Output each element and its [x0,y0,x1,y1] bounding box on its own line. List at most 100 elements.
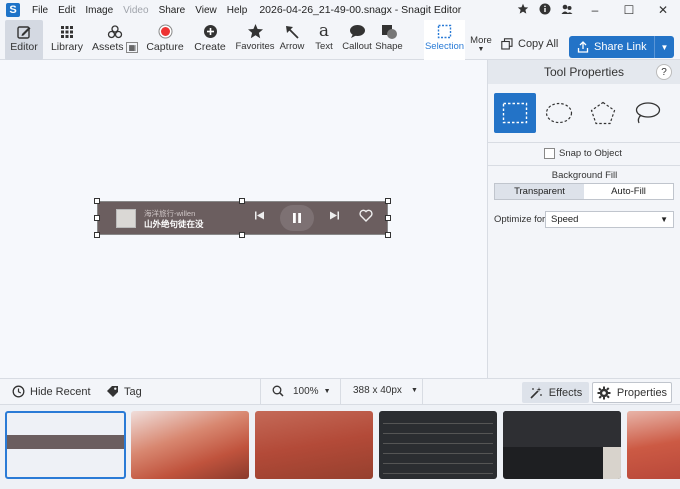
optimize-for-value: Speed [551,214,579,225]
image-size-control[interactable]: 388 x 40px ▼ [353,385,418,396]
resize-handle-bottom-left[interactable] [94,232,100,238]
auto-fill-option[interactable]: Auto-Fill [584,184,673,199]
recent-thumbnail[interactable] [255,411,373,479]
assets-icon [107,24,123,38]
resize-handle-bottom-right[interactable] [385,232,391,238]
star-icon [247,24,263,39]
tag-button[interactable]: Tag [106,385,142,398]
properties-button[interactable]: Properties [592,382,672,403]
capture-button[interactable]: Capture [143,20,187,60]
assets-badge-icon: ▦ [126,42,138,53]
title-bar: S File Edit Image Video Share View Help … [0,0,680,20]
assets-label: Assets [92,41,124,53]
account-icon[interactable] [556,3,578,18]
lasso-icon [635,102,661,124]
menu-view[interactable]: View [195,5,217,16]
create-label: Create [194,41,226,53]
hide-recent-button[interactable]: Hide Recent [12,385,91,398]
ellipse-select-icon [545,102,573,124]
chevron-down-icon: ▼ [477,46,485,53]
selection-tool[interactable]: Selection [424,20,465,60]
bottom-separator [340,379,341,406]
resize-handle-top[interactable] [239,198,245,204]
callout-tool[interactable]: Callout [340,20,374,60]
more-tools-button[interactable]: More ▼ [468,20,494,60]
menu-video[interactable]: Video [123,5,148,16]
star-icon[interactable] [512,3,534,18]
polygon-selection-button[interactable] [582,93,624,133]
transparent-option[interactable]: Transparent [495,184,584,199]
maximize-button[interactable]: ☐ [612,3,646,17]
ellipse-selection-button[interactable] [538,93,580,133]
thumbnail-preview [383,423,493,424]
menu-file[interactable]: File [32,5,48,16]
snap-to-object-checkbox[interactable] [544,148,555,159]
recent-thumbnail[interactable] [379,411,497,479]
recent-thumbnail[interactable] [5,411,126,479]
arrow-icon [286,25,299,39]
arrow-tool[interactable]: Arrow [277,20,307,60]
editor-tab[interactable]: Editor [5,20,43,60]
thumbnail-preview [383,463,493,464]
background-fill-label: Background Fill [551,170,618,181]
snap-to-object-option[interactable]: Snap to Object [544,148,622,159]
resize-handle-bottom[interactable] [239,232,245,238]
callout-label: Callout [342,41,372,52]
share-link-button[interactable]: Share Link ▼ [569,36,674,58]
bottom-separator [260,379,261,406]
history-icon [12,385,25,398]
capture-label: Capture [146,41,184,53]
background-fill-toggle: Transparent Auto-Fill [494,183,674,200]
share-link-label: Share Link [594,41,647,53]
callout-icon [349,25,365,38]
recent-thumbnail[interactable] [503,411,621,479]
chevron-down-icon: ▼ [323,387,331,395]
rectangle-selection-button[interactable] [494,93,536,133]
editor-icon [17,25,31,39]
create-button[interactable]: Create [192,20,228,60]
zoom-control[interactable]: 100% ▼ [272,385,331,397]
chevron-down-icon: ▼ [660,215,668,224]
recent-thumbnail[interactable] [131,411,249,479]
plus-circle-icon [203,25,217,38]
zoom-value: 100% [293,385,319,397]
chevron-down-icon: ▼ [410,387,418,394]
favorites-tool[interactable]: Favorites [235,20,275,60]
menu-share[interactable]: Share [159,5,186,16]
freehand-selection-button[interactable] [626,93,668,133]
resize-handle-top-right[interactable] [385,198,391,204]
more-label: More [470,35,492,46]
copy-all-button[interactable]: Copy All [501,38,558,50]
info-icon[interactable] [534,3,556,18]
library-tab[interactable]: Library [48,20,86,60]
share-dropdown-icon[interactable]: ▼ [655,43,674,52]
shape-tool[interactable]: Shape [375,20,403,60]
help-button[interactable]: ? [656,64,672,80]
image-size-value: 388 x 40px [353,385,402,396]
resize-handle-left[interactable] [94,215,100,221]
resize-handle-top-left[interactable] [94,198,100,204]
bottom-separator [422,379,423,406]
close-button[interactable]: ✕ [646,3,680,17]
text-label: Text [315,41,333,52]
menu-image[interactable]: Image [85,5,113,16]
editor-label: Editor [10,41,38,53]
thumbnail-preview [383,443,493,444]
recent-thumbnail[interactable] [627,411,680,479]
text-tool[interactable]: a Text [310,20,338,60]
library-label: Library [50,41,84,53]
copy-all-label: Copy All [518,38,559,50]
optimize-for-select[interactable]: Speed ▼ [545,211,674,228]
app-logo-icon: S [6,3,20,17]
resize-handle-right[interactable] [385,215,391,221]
zoom-icon [272,385,284,397]
canvas[interactable]: 海洋旅行-willen 山外绝句徒在没 [0,60,487,378]
menu-edit[interactable]: Edit [58,5,75,16]
selection-label: Selection [424,41,465,52]
effects-button[interactable]: Effects [522,382,589,403]
menu-help[interactable]: Help [227,5,248,16]
minimize-button[interactable]: – [578,3,612,17]
panel-title: Tool Properties [543,65,625,79]
thumbnail-preview [383,433,493,434]
assets-tab[interactable]: Assets ▦ [91,20,139,60]
